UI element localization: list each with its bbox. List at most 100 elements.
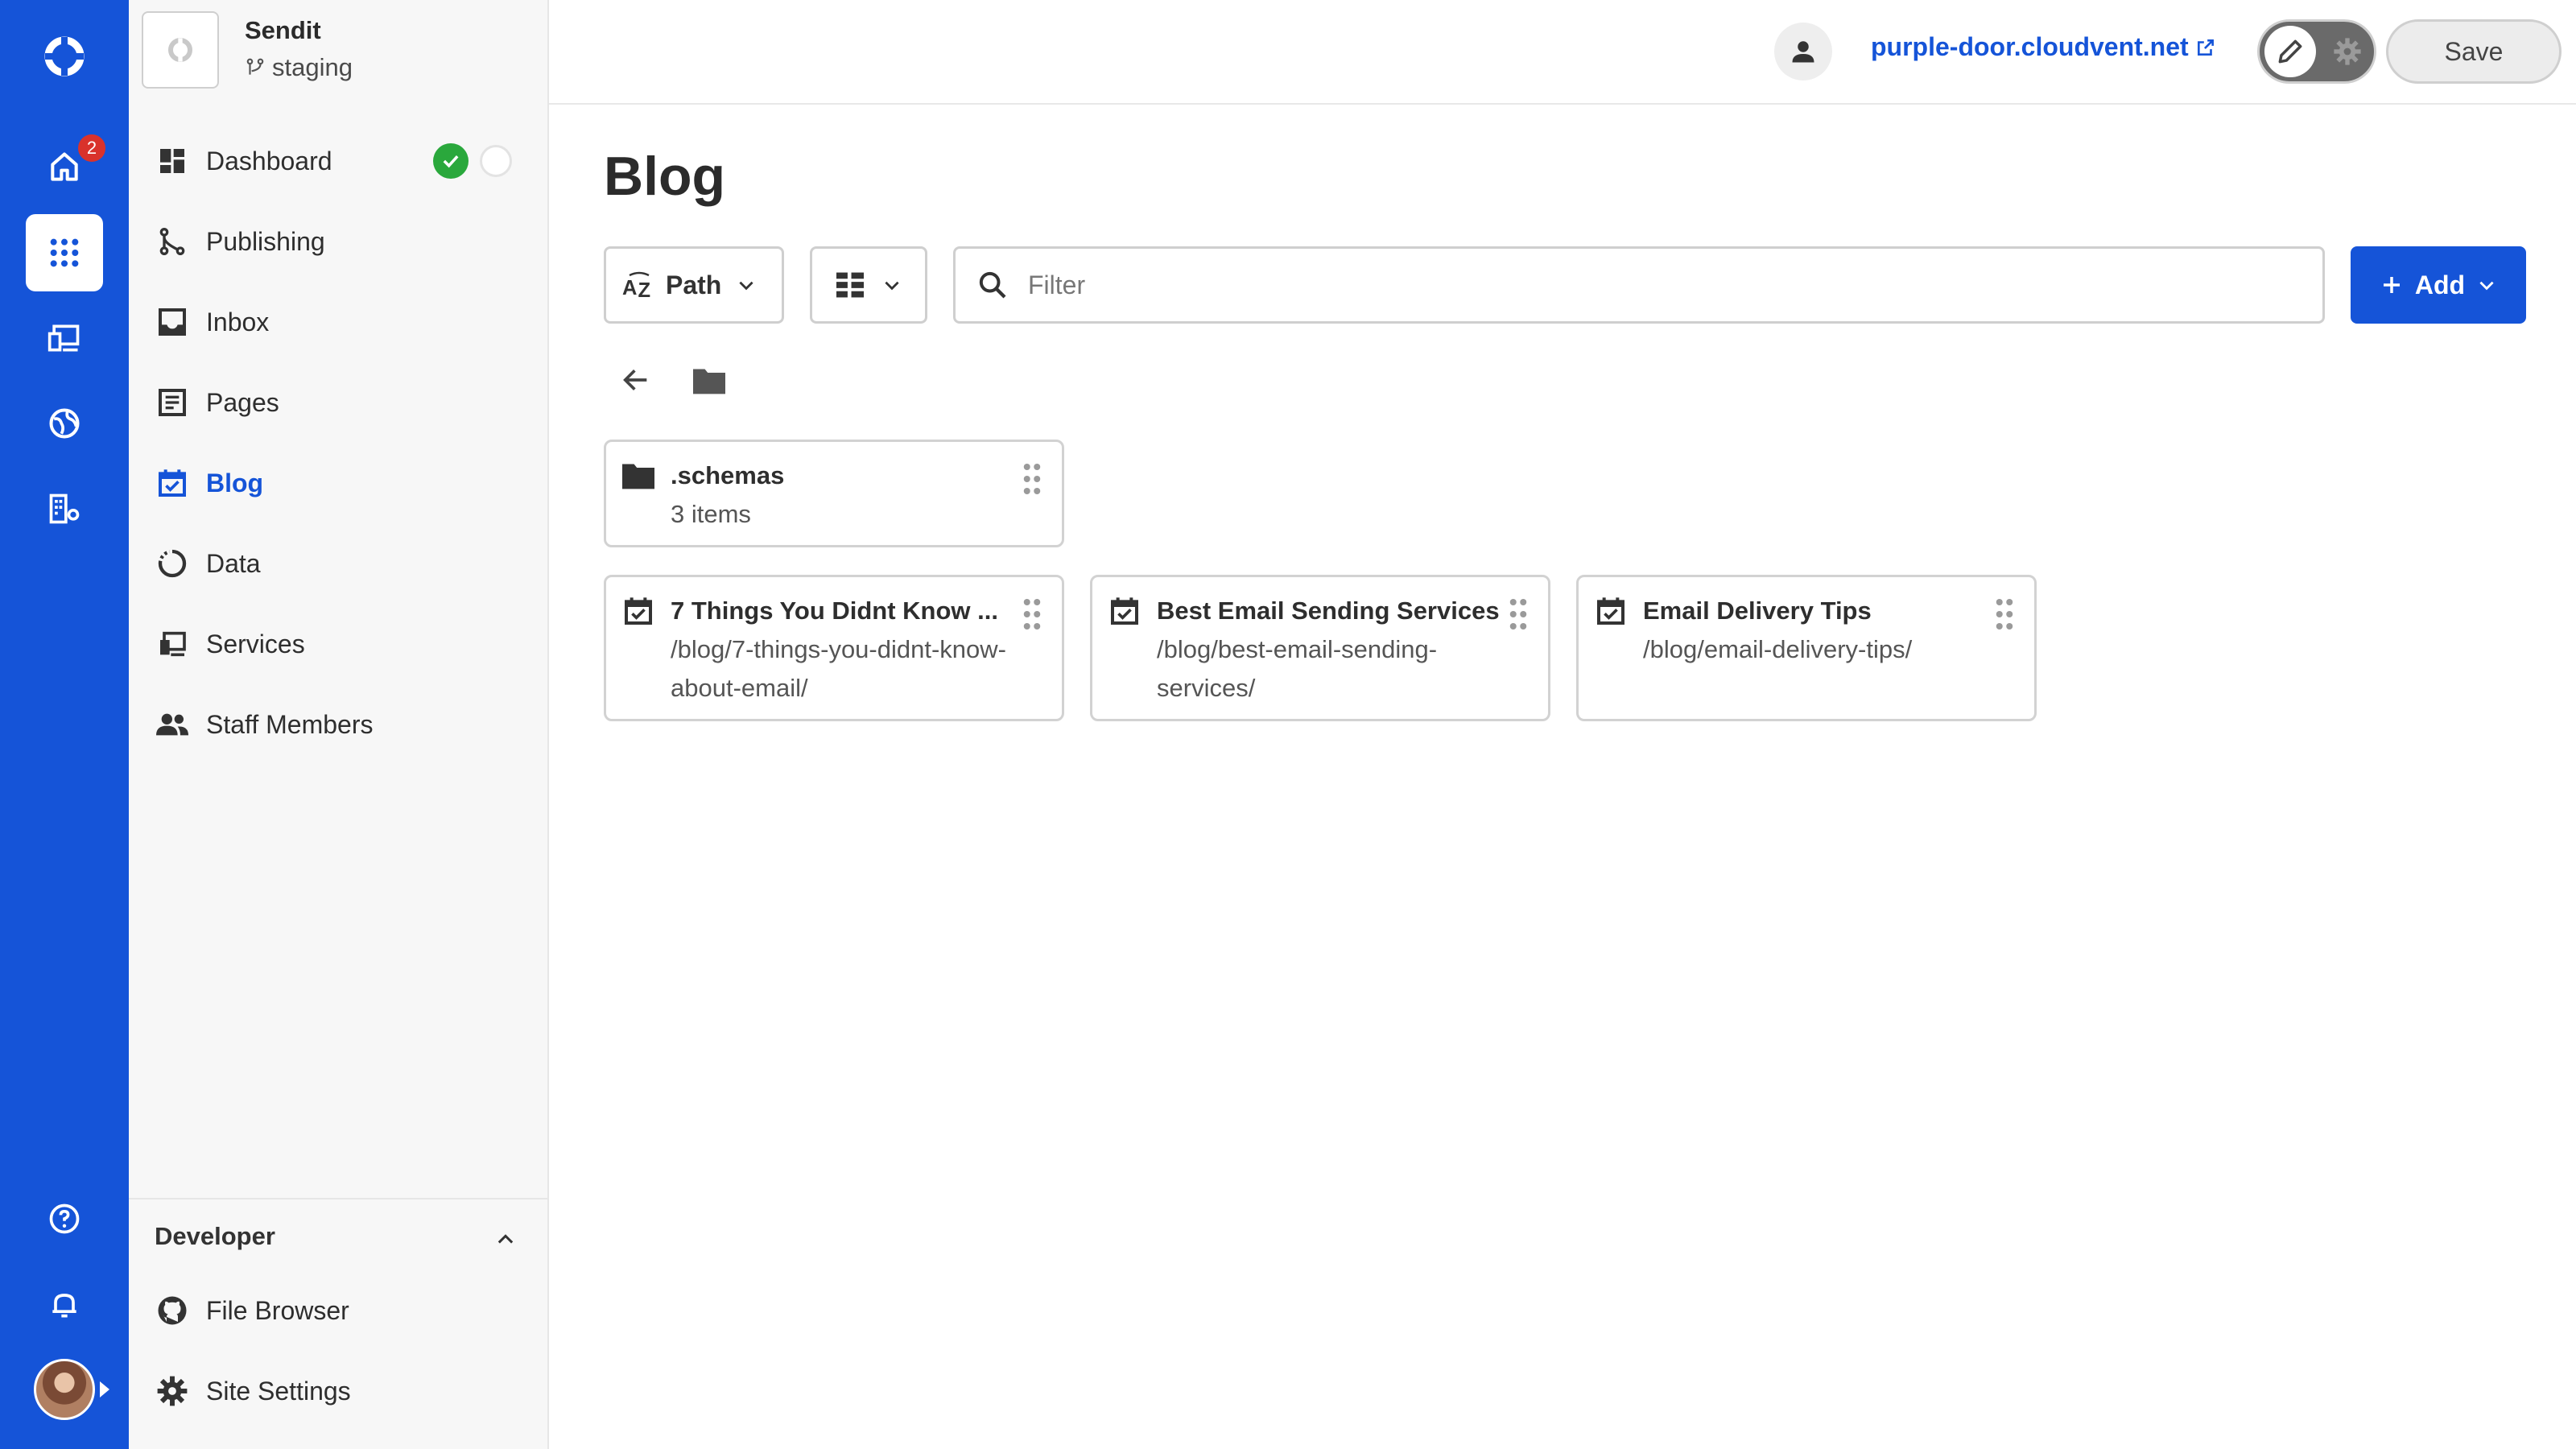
sidebar-item-label: Staff Members (206, 709, 374, 739)
sidebar-item-label: Inbox (206, 307, 270, 336)
post-card[interactable]: 7 Things You Didnt Know ... /blog/7-thin… (604, 575, 1064, 721)
post-icon (1593, 593, 1629, 629)
check-icon (433, 143, 469, 179)
logo-icon (44, 36, 85, 76)
apps-icon (50, 238, 79, 267)
edit-mode-toggle[interactable] (2257, 19, 2376, 84)
sidebar-item-site-settings[interactable]: Site Settings (155, 1365, 351, 1417)
breadcrumb-folder[interactable] (689, 361, 729, 401)
filter-field[interactable] (953, 246, 2325, 324)
dashboard-icon (155, 143, 190, 179)
sidebar-item-blog[interactable]: Blog (155, 457, 263, 509)
globe-icon (49, 408, 80, 439)
rail-help-button[interactable] (26, 1180, 103, 1257)
site-header[interactable]: Sendit staging (142, 10, 353, 90)
bell-icon (52, 1294, 76, 1318)
post-path-line: /blog/email-delivery-tips/ (1643, 635, 1913, 663)
post-path-line: about-email/ (671, 674, 808, 702)
sidebar-item-label: Publishing (206, 226, 325, 256)
folder-icon (621, 458, 656, 493)
site-branch: staging (245, 53, 353, 82)
post-card[interactable]: Email Delivery Tips /blog/email-delivery… (1576, 575, 2037, 721)
post-path-line: /blog/best-email-sending- (1157, 635, 1438, 663)
drag-handle-icon[interactable] (1508, 598, 1529, 630)
user-menu-button[interactable] (1774, 23, 1832, 80)
inbox-icon (155, 304, 190, 340)
site-url-link[interactable]: purple-door.cloudvent.net (1871, 32, 2216, 62)
sort-label: Path (666, 270, 722, 299)
sidebar-item-inbox[interactable]: Inbox (155, 296, 269, 348)
data-icon (155, 546, 190, 581)
user-icon (1792, 41, 1814, 63)
site-sidebar: Sendit staging Dashboard Publishing Inbo… (129, 0, 549, 1449)
sidebar-item-label: Dashboard (206, 146, 332, 175)
rail-buildings-button[interactable] (26, 470, 103, 547)
services-icon (155, 626, 190, 662)
rail-globe-button[interactable] (26, 385, 103, 462)
sidebar-item-data[interactable]: Data (155, 538, 261, 589)
sidebar-item-dashboard[interactable]: Dashboard (155, 135, 332, 187)
developer-section-title: Developer (155, 1222, 275, 1250)
branch-icon (246, 58, 264, 75)
chevron-down-icon (739, 281, 753, 291)
search-icon (979, 271, 1006, 299)
post-icon (621, 593, 656, 629)
sort-az-icon: AZ (622, 271, 650, 300)
sidebar-item-file-browser[interactable]: File Browser (155, 1285, 349, 1336)
drag-handle-icon[interactable] (1994, 598, 2015, 630)
sidebar-item-staff-members[interactable]: Staff Members (155, 699, 373, 750)
sidebar-item-label: Site Settings (206, 1376, 351, 1406)
pages-icon (155, 385, 190, 420)
grid-view-icon (836, 272, 864, 298)
main-content: Blog AZ Path Add .schemas 3 items 7 Thin… (549, 105, 2576, 1449)
sidebar-item-label: Pages (206, 387, 279, 417)
sidebar-divider (129, 1198, 547, 1199)
rail-devices-button[interactable] (26, 299, 103, 377)
sidebar-item-services[interactable]: Services (155, 618, 305, 670)
post-title: Best Email Sending Services (1157, 597, 1500, 625)
add-label: Add (2414, 270, 2466, 299)
chevron-up-icon[interactable] (486, 1220, 525, 1259)
sync-status-indicator (480, 145, 512, 177)
top-bar: purple-door.cloudvent.net Save (549, 0, 2576, 105)
page-title: Blog (604, 146, 726, 207)
folder-count: 3 items (671, 500, 751, 528)
settings-gear-icon (2327, 31, 2368, 72)
people-icon (155, 707, 190, 742)
app-rail: 2 (0, 0, 129, 1449)
site-name: Sendit (245, 16, 321, 44)
blog-icon (155, 465, 190, 501)
devices-icon (47, 324, 80, 352)
svg-text:A: A (622, 277, 637, 299)
sidebar-item-label: Data (206, 548, 261, 578)
chevron-down-icon (885, 281, 899, 291)
publishing-icon (155, 224, 190, 259)
post-card[interactable]: Best Email Sending Services /blog/best-e… (1090, 575, 1550, 721)
folder-icon (693, 369, 725, 394)
back-button[interactable] (613, 357, 658, 402)
rail-apps-button[interactable] (26, 214, 103, 291)
pencil-icon (2264, 26, 2316, 77)
chevron-down-icon (2479, 281, 2494, 291)
add-button[interactable]: Add (2351, 246, 2526, 324)
home-notification-badge: 2 (76, 132, 108, 164)
site-logo-icon (168, 38, 192, 62)
drag-handle-icon[interactable] (1022, 598, 1042, 630)
post-path: /blog/7-things-you-didnt-know- about-ema… (671, 630, 1049, 708)
folder-name: .schemas (671, 461, 785, 489)
folder-card[interactable]: .schemas 3 items (604, 440, 1064, 547)
save-button[interactable]: Save (2386, 19, 2562, 84)
drag-handle-icon[interactable] (1022, 463, 1042, 495)
sort-dropdown[interactable]: AZ Path (604, 246, 784, 324)
sidebar-item-publishing[interactable]: Publishing (155, 216, 325, 267)
user-avatar[interactable] (34, 1359, 95, 1420)
avatar-menu-caret-icon[interactable] (100, 1381, 109, 1397)
plus-icon (2383, 277, 2400, 293)
view-mode-dropdown[interactable] (810, 246, 927, 324)
sidebar-item-pages[interactable]: Pages (155, 377, 279, 428)
rail-notifications-button[interactable] (26, 1265, 103, 1343)
filter-input[interactable] (1028, 270, 2235, 300)
cloudcannon-logo[interactable] (26, 18, 103, 95)
post-path: /blog/email-delivery-tips/ (1643, 630, 2021, 669)
post-title: 7 Things You Didnt Know ... (671, 597, 998, 625)
